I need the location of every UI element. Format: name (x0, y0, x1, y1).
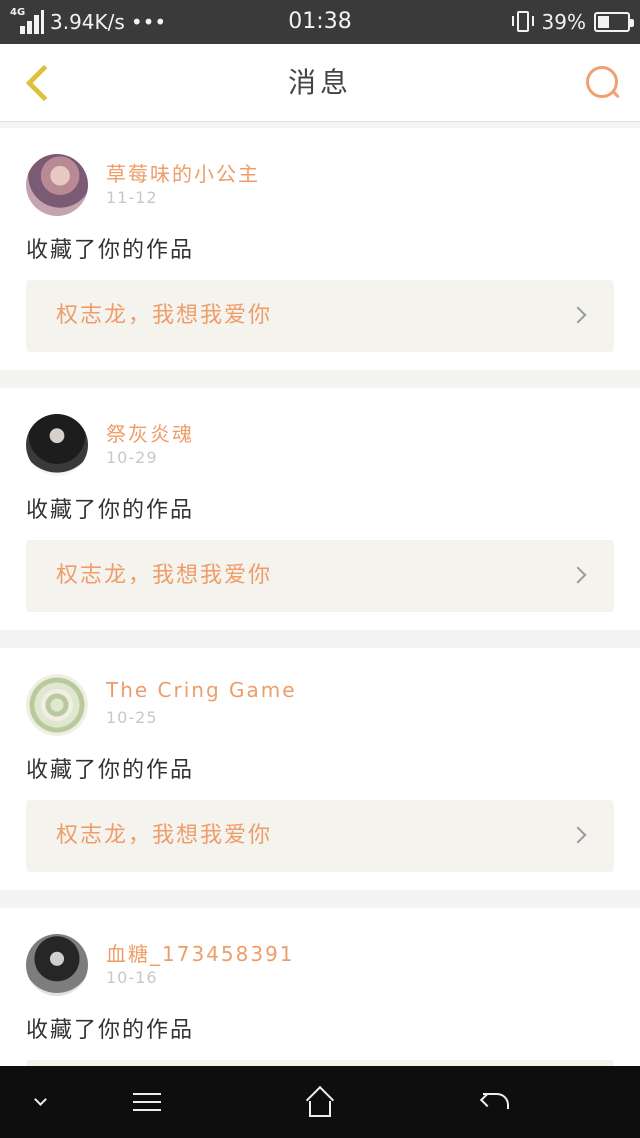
status-bar: 4G 3.94K/s ••• 01:38 39% (0, 0, 640, 44)
avatar[interactable] (26, 674, 88, 736)
chevron-right-icon (569, 826, 587, 844)
menu-icon (133, 1093, 161, 1095)
status-right: 39% (511, 8, 634, 36)
avatar[interactable] (26, 414, 88, 476)
battery-icon (594, 12, 634, 32)
avatar[interactable] (26, 154, 88, 216)
system-nav-bar (0, 1066, 640, 1138)
username[interactable]: 血糖_173458391 (106, 938, 295, 967)
action-text: 收藏了你的作品 (26, 1018, 195, 1043)
nav-home-button[interactable] (276, 1066, 366, 1138)
username[interactable]: The Cring Game (106, 678, 297, 702)
nav-down-button[interactable] (0, 1066, 90, 1138)
message-card[interactable]: The Cring Game 10-25 收藏了你的作品 权志龙，我想我爱你 (0, 648, 640, 890)
username[interactable]: 祭灰炎魂 (106, 418, 194, 447)
action-text: 收藏了你的作品 (26, 238, 195, 263)
message-card[interactable]: 草莓味的小公主 11-12 收藏了你的作品 权志龙，我想我爱你 (0, 128, 640, 370)
battery-percent: 39% (541, 10, 586, 34)
action-text: 收藏了你的作品 (26, 498, 195, 523)
search-button[interactable] (582, 62, 626, 106)
work-title: 权志龙，我想我爱你 (56, 563, 273, 588)
action-text: 收藏了你的作品 (26, 758, 195, 783)
work-title: 权志龙，我想我爱你 (56, 823, 273, 848)
vibrate-icon (511, 10, 534, 34)
message-card[interactable]: 祭灰炎魂 10-29 收藏了你的作品 权志龙，我想我爱你 (0, 388, 640, 630)
avatar[interactable] (26, 934, 88, 996)
message-date: 10-25 (106, 708, 158, 727)
message-date: 10-16 (106, 968, 158, 987)
work-title: 权志龙，我想我爱你 (56, 303, 273, 328)
work-link[interactable]: 权志龙，我想我爱你 (26, 800, 614, 872)
page-title: 消息 (287, 66, 352, 99)
work-link[interactable]: 权志龙，我想我爱你 (26, 280, 614, 352)
chevron-right-icon (569, 566, 587, 584)
nav-back-button[interactable] (452, 1066, 542, 1138)
chevron-down-icon (34, 1093, 47, 1106)
chevron-right-icon (569, 306, 587, 324)
message-date: 10-29 (106, 448, 158, 467)
nav-menu-button[interactable] (100, 1066, 190, 1138)
username[interactable]: 草莓味的小公主 (106, 158, 260, 187)
message-date: 11-12 (106, 188, 158, 207)
battery-fill (598, 16, 609, 28)
work-link[interactable]: 权志龙，我想我爱你 (26, 540, 614, 612)
app-header: 消息 (0, 44, 640, 122)
